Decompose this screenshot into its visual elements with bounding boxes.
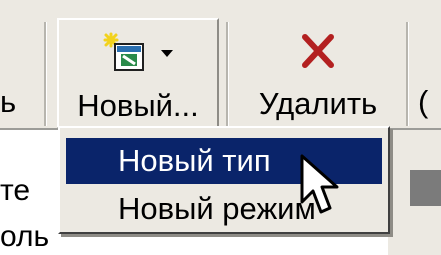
new-document-icon bbox=[103, 32, 144, 71]
screenshot-root: ь Новый... Удалить (те оль Новый тип Но… bbox=[0, 0, 441, 255]
right-content-panel bbox=[388, 130, 441, 255]
next-button-label: ( bbox=[418, 84, 429, 119]
left-content-panel: те оль bbox=[0, 130, 62, 255]
new-button-label: Новый... bbox=[77, 88, 199, 123]
new-button-icon-row bbox=[101, 32, 175, 74]
delete-button-icon-row bbox=[298, 30, 338, 72]
delete-button[interactable]: Удалить bbox=[237, 18, 399, 128]
menu-item-new-type[interactable]: Новый тип bbox=[66, 138, 382, 184]
previous-button-label: ь bbox=[0, 84, 17, 119]
left-content-line: оль bbox=[0, 220, 50, 253]
dropdown-arrow-icon[interactable] bbox=[159, 46, 175, 60]
toolbar-separator bbox=[406, 22, 409, 126]
new-dropdown-menu: Новый тип Новый режим bbox=[58, 126, 390, 234]
right-panel-block bbox=[410, 170, 441, 206]
menu-item-new-mode[interactable]: Новый режим bbox=[66, 186, 382, 232]
delete-x-icon bbox=[302, 34, 334, 68]
left-content-line: те bbox=[0, 174, 31, 207]
new-button[interactable]: Новый... bbox=[57, 18, 219, 128]
toolbar: ь Новый... Удалить ( bbox=[0, 0, 441, 130]
toolbar-separator bbox=[226, 22, 229, 126]
toolbar-separator bbox=[44, 22, 47, 126]
delete-button-label: Удалить bbox=[258, 86, 378, 121]
